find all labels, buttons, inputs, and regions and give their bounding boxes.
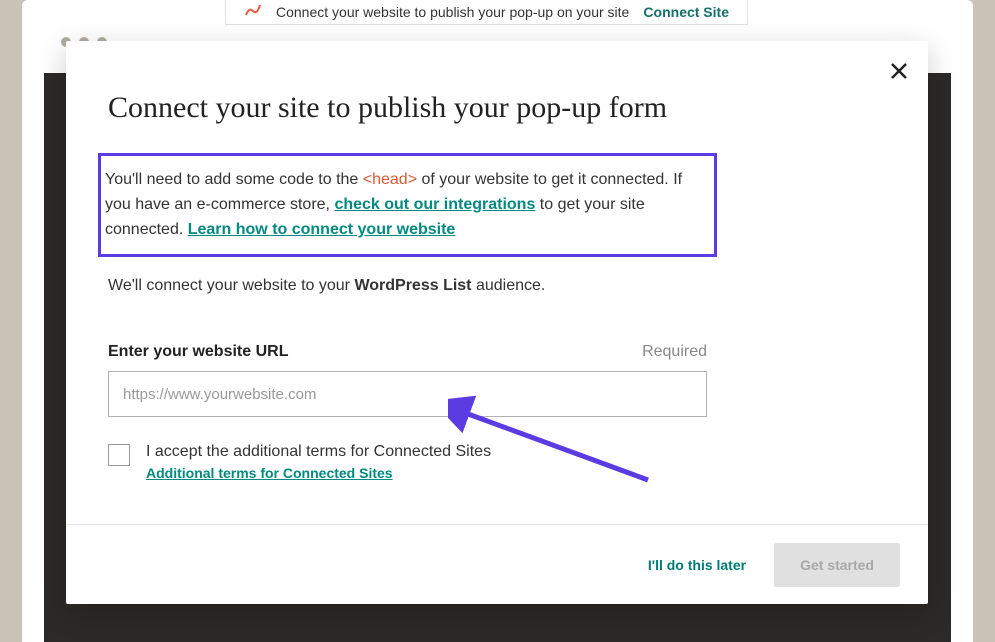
audience-line: We'll connect your website to your WordP… bbox=[108, 277, 886, 295]
close-icon bbox=[890, 62, 908, 80]
terms-row: I accept the additional terms for Connec… bbox=[108, 443, 886, 481]
head-tag-code: <head> bbox=[363, 171, 417, 188]
website-url-input[interactable] bbox=[108, 371, 707, 417]
description-text: You'll need to add some code to the <hea… bbox=[105, 168, 702, 242]
connect-site-modal: Connect your site to publish your pop-up… bbox=[66, 41, 928, 604]
highlighted-description: You'll need to add some code to the <hea… bbox=[98, 153, 717, 257]
learn-connect-link[interactable]: Learn how to connect your website bbox=[188, 221, 456, 238]
close-button[interactable] bbox=[890, 61, 908, 85]
integrations-link[interactable]: check out our integrations bbox=[334, 196, 535, 213]
modal-body: Connect your site to publish your pop-up… bbox=[66, 41, 928, 481]
modal-title: Connect your site to publish your pop-up… bbox=[108, 91, 886, 125]
url-label: Enter your website URL bbox=[108, 343, 288, 361]
audience-name: WordPress List bbox=[354, 277, 471, 294]
get-started-button[interactable]: Get started bbox=[774, 543, 900, 587]
terms-label: I accept the additional terms for Connec… bbox=[146, 443, 491, 460]
modal-overlay: Connect your site to publish your pop-up… bbox=[0, 0, 995, 642]
do-later-button[interactable]: I'll do this later bbox=[648, 557, 746, 573]
required-text: Required bbox=[642, 343, 707, 361]
url-label-row: Enter your website URL Required bbox=[108, 343, 707, 361]
modal-footer: I'll do this later Get started bbox=[66, 524, 928, 604]
terms-checkbox[interactable] bbox=[108, 444, 130, 466]
terms-link[interactable]: Additional terms for Connected Sites bbox=[146, 465, 491, 481]
